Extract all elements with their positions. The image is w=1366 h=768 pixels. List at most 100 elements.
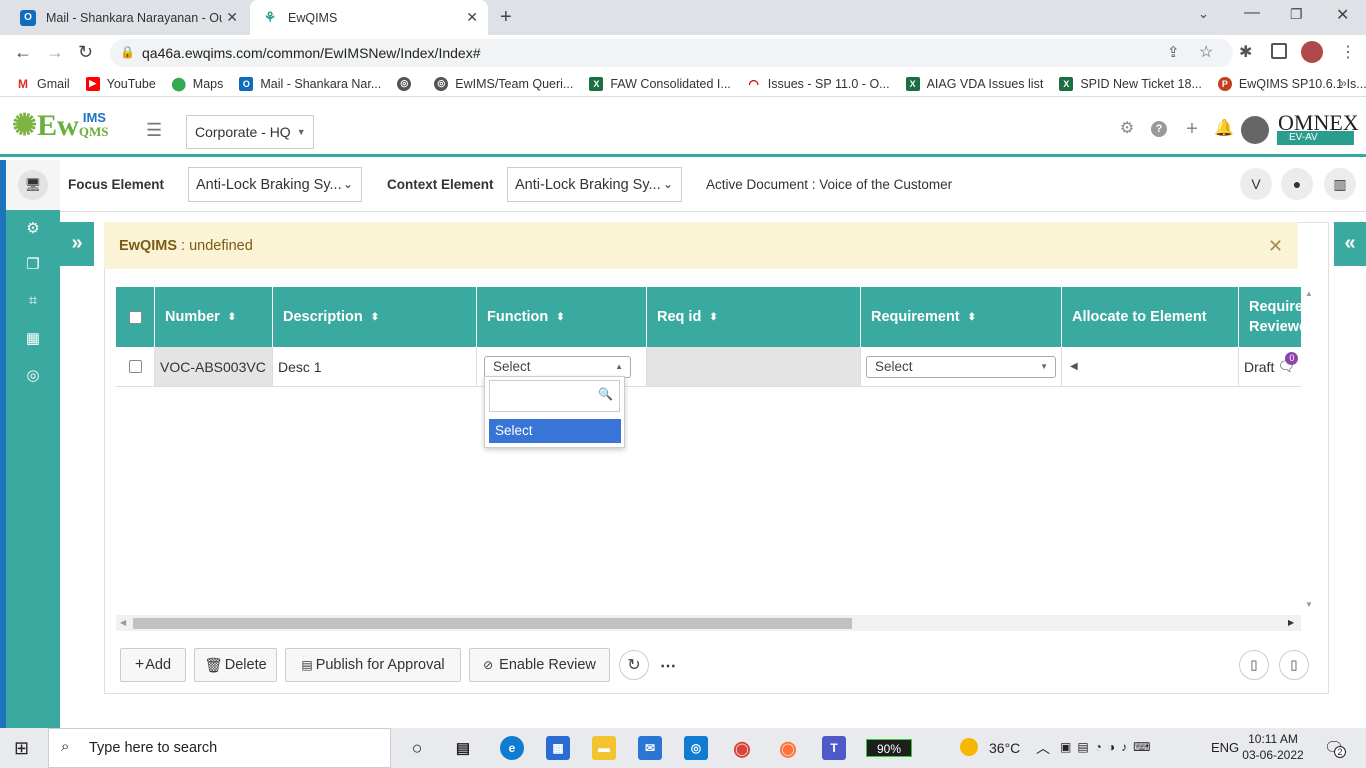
building-icon[interactable]: ▦	[24, 329, 42, 347]
bookmark-ewims-team[interactable]: ◎ EwIMS/Team Queri...	[434, 76, 573, 91]
add-button[interactable]: + Add	[120, 648, 186, 682]
vertical-scrollbar[interactable]: ▲ ▼	[1301, 287, 1317, 614]
settings-icon[interactable]: ⚙	[1118, 120, 1136, 138]
forward-icon[interactable]: →	[46, 42, 64, 63]
row-checkbox[interactable]	[128, 360, 142, 373]
close-tab-icon[interactable]: ✕	[226, 9, 238, 26]
documents-icon[interactable]: ❐	[24, 255, 42, 273]
export-icon[interactable]: ▯	[1279, 650, 1309, 680]
tab-mail[interactable]: O Mail - Shankara Narayanan - Out ✕	[8, 0, 248, 35]
more-options-icon[interactable]: ⋯	[660, 656, 676, 676]
windows-start-icon[interactable]: ⊞	[14, 738, 29, 759]
reload-icon[interactable]: ↻	[78, 42, 93, 63]
chrome-icon[interactable]: ◉	[730, 736, 754, 760]
address-bar[interactable]: 🔒 qa46a.ewqims.com/common/EwIMSNew/Index…	[110, 39, 1233, 67]
publish-button[interactable]: ▤ Publish for Approval	[285, 648, 461, 682]
expand-right-icon[interactable]: «	[1334, 222, 1366, 266]
battery-meter[interactable]: 90%	[866, 739, 912, 757]
bookmark-youtube[interactable]: ▶ YouTube	[85, 76, 156, 91]
horizontal-scroll-thumb[interactable]	[133, 618, 852, 629]
flow-icon[interactable]: ⌗	[24, 292, 42, 310]
select-all-checkbox[interactable]	[128, 310, 142, 324]
bookmark-aiag[interactable]: X AIAG VDA Issues list	[905, 76, 1043, 91]
temperature[interactable]: 36°C	[989, 740, 1020, 756]
scroll-down-icon[interactable]: ▼	[1305, 600, 1313, 609]
gears-icon[interactable]: ⚙	[24, 219, 42, 237]
hamburger-icon[interactable]: ☰	[146, 120, 162, 141]
minimize-icon[interactable]: —	[1244, 4, 1260, 22]
document-icon[interactable]: ▯	[1239, 650, 1269, 680]
header-function[interactable]: Function ⬍	[477, 287, 647, 347]
tray-icons[interactable]: ▣▤◔◑♪⌨	[1060, 740, 1157, 754]
v-logo-icon[interactable]: V	[1240, 168, 1272, 200]
requirement-select[interactable]: Select ▼	[866, 355, 1056, 378]
caret-left-icon[interactable]: ◀	[1070, 361, 1078, 372]
chart-icon[interactable]: ▥	[1324, 168, 1356, 200]
chevron-up-icon[interactable]: ︿	[1036, 738, 1050, 758]
store-icon[interactable]: ▦	[546, 736, 570, 760]
add-icon[interactable]: +	[1183, 119, 1201, 139]
focus-element-select[interactable]: Anti-Lock Braking Sy... ⌄	[188, 167, 362, 202]
language-indicator[interactable]: ENG	[1211, 740, 1239, 755]
bell-icon[interactable]: 🔔	[1214, 120, 1234, 138]
scroll-left-icon[interactable]: ◀	[120, 618, 126, 627]
restore-icon[interactable]: ❐	[1290, 6, 1303, 23]
bookmark-maps[interactable]: ⬤ Maps	[172, 76, 223, 91]
more-bookmarks-icon[interactable]: »	[1340, 76, 1347, 90]
bookmark-mail[interactable]: O Mail - Shankara Nar...	[239, 76, 381, 91]
header-description[interactable]: Description ⬍	[273, 287, 477, 347]
dropdown-option[interactable]: Select	[489, 419, 621, 443]
dropdown-search-input[interactable]: 🔍	[489, 380, 620, 412]
share-icon[interactable]: ⇪	[1167, 43, 1180, 61]
taskbar-clock[interactable]: 10:11 AM 03-06-2022	[1240, 731, 1306, 763]
bookmark-globe[interactable]: ◎	[397, 76, 418, 91]
header-number[interactable]: Number ⬍	[155, 287, 273, 347]
header-requirement[interactable]: Requirement ⬍	[861, 287, 1062, 347]
notification-icon[interactable]: 🗨2	[1324, 738, 1346, 758]
help-icon[interactable]: ?	[1151, 121, 1167, 137]
teams-icon[interactable]: T	[822, 736, 846, 760]
scroll-right-icon[interactable]: ▶	[1288, 618, 1294, 627]
header-review[interactable]: Require Reviewe	[1239, 287, 1301, 347]
edge-icon[interactable]: e	[500, 736, 524, 760]
user-avatar[interactable]	[1241, 116, 1269, 144]
firefox-icon[interactable]: ◉	[776, 736, 800, 760]
profile-avatar[interactable]	[1301, 41, 1323, 63]
enable-review-button[interactable]: ⊘ Enable Review	[469, 648, 610, 682]
bookmark-gmail[interactable]: M Gmail	[16, 76, 70, 91]
close-alert-icon[interactable]: ✕	[1268, 236, 1283, 257]
bookmark-star-icon[interactable]: ☆	[1199, 42, 1213, 62]
menu-icon[interactable]: ⋮	[1340, 42, 1356, 62]
bookmark-faw[interactable]: X FAW Consolidated I...	[589, 76, 731, 91]
sidepanel-icon[interactable]	[1271, 43, 1287, 59]
refresh-icon[interactable]: ↻	[619, 650, 649, 680]
taskbar-search[interactable]: ⌕ Type here to search	[48, 728, 391, 768]
scroll-up-icon[interactable]: ▲	[1305, 289, 1313, 298]
close-window-icon[interactable]: ✕	[1336, 5, 1349, 25]
tab-ewqims[interactable]: ⚘ EwQIMS ✕	[250, 0, 488, 35]
rail-home[interactable]: 🖥	[6, 160, 60, 210]
tab-search-icon[interactable]: ⌄	[1198, 6, 1209, 22]
close-tab-icon[interactable]: ✕	[466, 9, 478, 26]
context-element-select[interactable]: Anti-Lock Braking Sy... ⌄	[507, 167, 682, 202]
extensions-icon[interactable]: ✱	[1239, 42, 1252, 62]
file-explorer-icon[interactable]: ▬	[592, 736, 616, 760]
bookmark-spid[interactable]: X SPID New Ticket 18...	[1059, 76, 1202, 91]
function-select[interactable]: Select ▲	[484, 355, 631, 378]
new-tab-icon[interactable]: +	[500, 6, 512, 29]
back-icon[interactable]: ←	[14, 42, 32, 63]
delete-button[interactable]: 🗑 Delete	[194, 648, 277, 682]
expand-left-icon[interactable]: »	[60, 222, 94, 266]
app-icon[interactable]: ◎	[684, 736, 708, 760]
task-view-icon[interactable]: ▤	[451, 736, 475, 760]
bookmark-issues[interactable]: ◠ Issues - SP 11.0 - O...	[746, 76, 890, 91]
header-allocate[interactable]: Allocate to Element	[1062, 287, 1239, 347]
header-req-id[interactable]: Req id ⬍	[647, 287, 861, 347]
comment-icon[interactable]: 🗨 0	[1277, 352, 1299, 375]
cell-description[interactable]: Desc 1	[273, 347, 477, 387]
dashboard-icon[interactable]: ◎	[24, 366, 42, 384]
entity-select[interactable]: Corporate - HQ ▼	[186, 115, 314, 149]
mail-icon[interactable]: ✉	[638, 736, 662, 760]
cortana-icon[interactable]: ○	[405, 736, 429, 760]
drop-icon[interactable]: ●	[1281, 168, 1313, 200]
